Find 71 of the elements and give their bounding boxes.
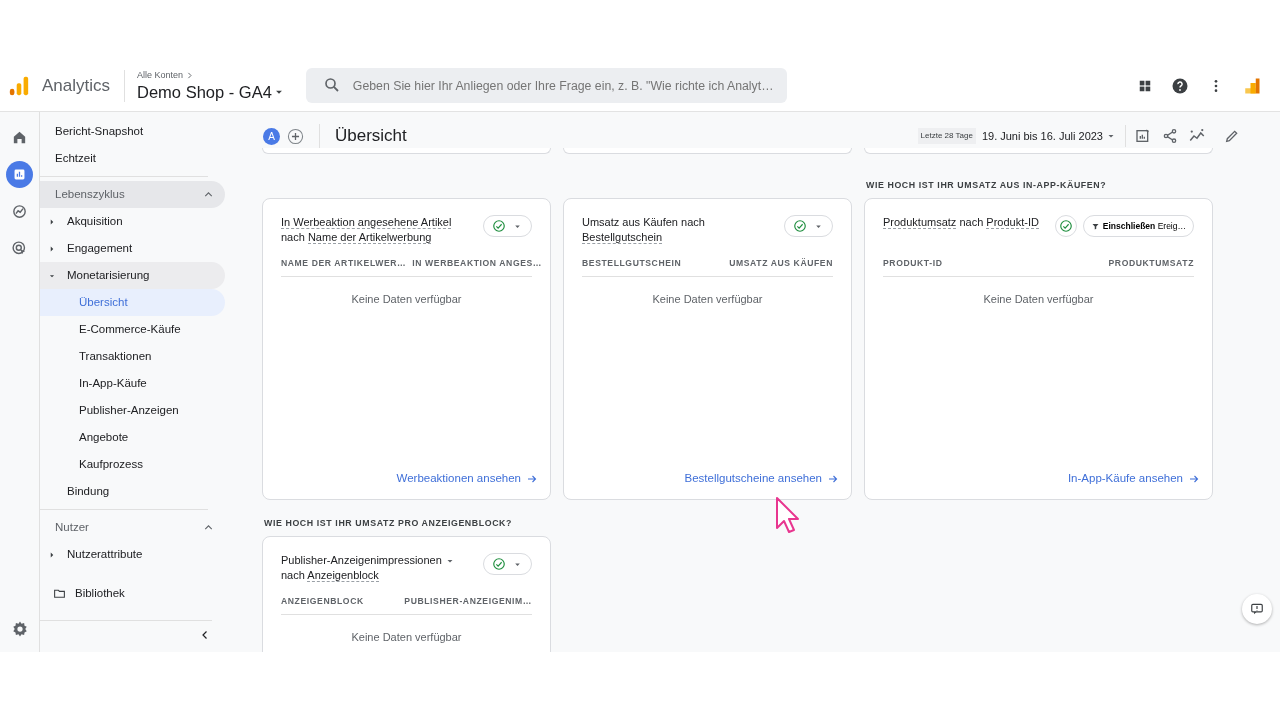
analytics-logo-icon	[8, 74, 30, 97]
feedback-button[interactable]	[1242, 594, 1272, 624]
filter-chip[interactable]: Einschließen Ereig…	[1082, 215, 1194, 238]
empty-message: Keine Daten verfügbar	[351, 630, 462, 646]
folder-icon	[53, 587, 66, 600]
search-field[interactable]: Geben Sie hier Ihr Anliegen oder Ihre Frage ein, z. B. "Wie richte ich Analyt…	[305, 68, 787, 103]
nav-item[interactable]: Echtzeit	[40, 145, 225, 172]
nav-item[interactable]: Bindung	[40, 478, 225, 505]
check-circle-icon	[492, 219, 506, 234]
nav-item[interactable]: Übersicht	[40, 289, 225, 316]
status-menu-button[interactable]	[483, 215, 532, 238]
apps-grid-icon[interactable]	[1138, 78, 1152, 93]
nav-item[interactable]: Engagement	[40, 235, 225, 262]
share-icon[interactable]	[1162, 128, 1178, 144]
section-header[interactable]: Lebenszyklus	[40, 181, 225, 208]
nav-item[interactable]: Publisher-Anzeigen	[40, 397, 225, 424]
reports-icon[interactable]	[6, 161, 33, 188]
view-link[interactable]: Bestellgutscheine ansehen	[684, 469, 839, 488]
property-selector[interactable]: Demo Shop - GA4	[137, 82, 286, 103]
column-header: UMSATZ AUS KÄUFEN	[729, 257, 833, 271]
view-link[interactable]: In-App-Käufe ansehen	[1067, 469, 1200, 488]
check-circle-icon	[492, 557, 506, 572]
product-name: Analytics	[42, 74, 111, 97]
page-title: Übersicht	[335, 125, 407, 147]
feedback-icon	[1250, 602, 1264, 616]
date-range-chip: Letzte 28 Tage	[917, 128, 976, 144]
analytics-logo-icon[interactable]	[1243, 76, 1261, 95]
section-heading: WIE HOCH IST IHR UMSATZ PRO ANZEIGENBLOCK?	[264, 517, 514, 531]
add-comparison-icon[interactable]	[287, 127, 304, 145]
card-title: Umsatz aus Käufen nach Bestellgutschein	[582, 215, 706, 246]
status-menu-button[interactable]	[483, 553, 532, 576]
section-header[interactable]: Nutzer	[40, 514, 225, 541]
column-header: PUBLISHER-ANZEIGENIM…	[404, 595, 532, 609]
metric-selector[interactable]: Publisher-Anzeigenimpressionen	[281, 553, 456, 569]
nav-item[interactable]: E-Commerce-Käufe	[40, 316, 225, 343]
nav-item[interactable]: Bericht-Snapshot	[40, 118, 225, 145]
card-title: Produktumsatz nach Produkt-ID	[883, 215, 1040, 231]
status-menu-button[interactable]	[1054, 215, 1077, 238]
column-header: NAME DER ARTIKELWER…	[281, 257, 407, 271]
status-menu-button[interactable]	[784, 215, 833, 238]
check-circle-icon	[793, 219, 807, 234]
column-header: ANZEIGENBLOCK	[281, 595, 364, 609]
column-header: PRODUKT-ID	[883, 257, 943, 271]
view-link[interactable]: Werbeaktionen ansehen	[396, 469, 538, 488]
help-icon[interactable]	[1171, 76, 1189, 95]
empty-message: Keine Daten verfügbar	[652, 292, 763, 308]
empty-message: Keine Daten verfügbar	[983, 292, 1094, 308]
section-heading: WIE HOCH IST IHR UMSATZ AUS IN-APP-KÄUFEN?	[866, 179, 1108, 192]
nav-item[interactable]: Angebote	[40, 424, 225, 451]
nav-item[interactable]: Transaktionen	[40, 343, 225, 370]
nav-item[interactable]: Akquisition	[40, 208, 225, 235]
nav-item[interactable]: Monetarisierung	[40, 262, 225, 289]
filter-icon	[1090, 221, 1100, 231]
empty-message: Keine Daten verfügbar	[351, 292, 462, 308]
column-header: PRODUKTUMSATZ	[1108, 257, 1194, 271]
nav-item[interactable]: In-App-Käufe	[40, 370, 225, 397]
nav-item[interactable]: Nutzerattribute	[40, 541, 225, 568]
nav-item[interactable]: Kaufprozess	[40, 451, 225, 478]
edit-icon[interactable]	[1224, 128, 1240, 144]
customize-report-icon[interactable]	[1135, 128, 1151, 144]
avatar[interactable]: A	[263, 127, 280, 145]
check-circle-icon	[1058, 219, 1073, 234]
breadcrumb-link[interactable]: Alle Konten	[137, 68, 286, 83]
library-item[interactable]: Bibliothek	[40, 580, 225, 607]
chevron-right-icon	[185, 71, 195, 80]
date-range-selector[interactable]: 19. Juni bis 16. Juli 2023	[981, 127, 1117, 145]
column-header: IN WERBEAKTION ANGES…	[412, 257, 543, 271]
card-subtitle: nach Anzeigenblock	[281, 568, 380, 584]
search-icon	[322, 76, 341, 94]
card-title: In Werbeaktion angesehene Artikel nach Name der Artikelwerbung	[281, 215, 453, 246]
column-header: BESTELLGUTSCHEIN	[582, 257, 682, 271]
